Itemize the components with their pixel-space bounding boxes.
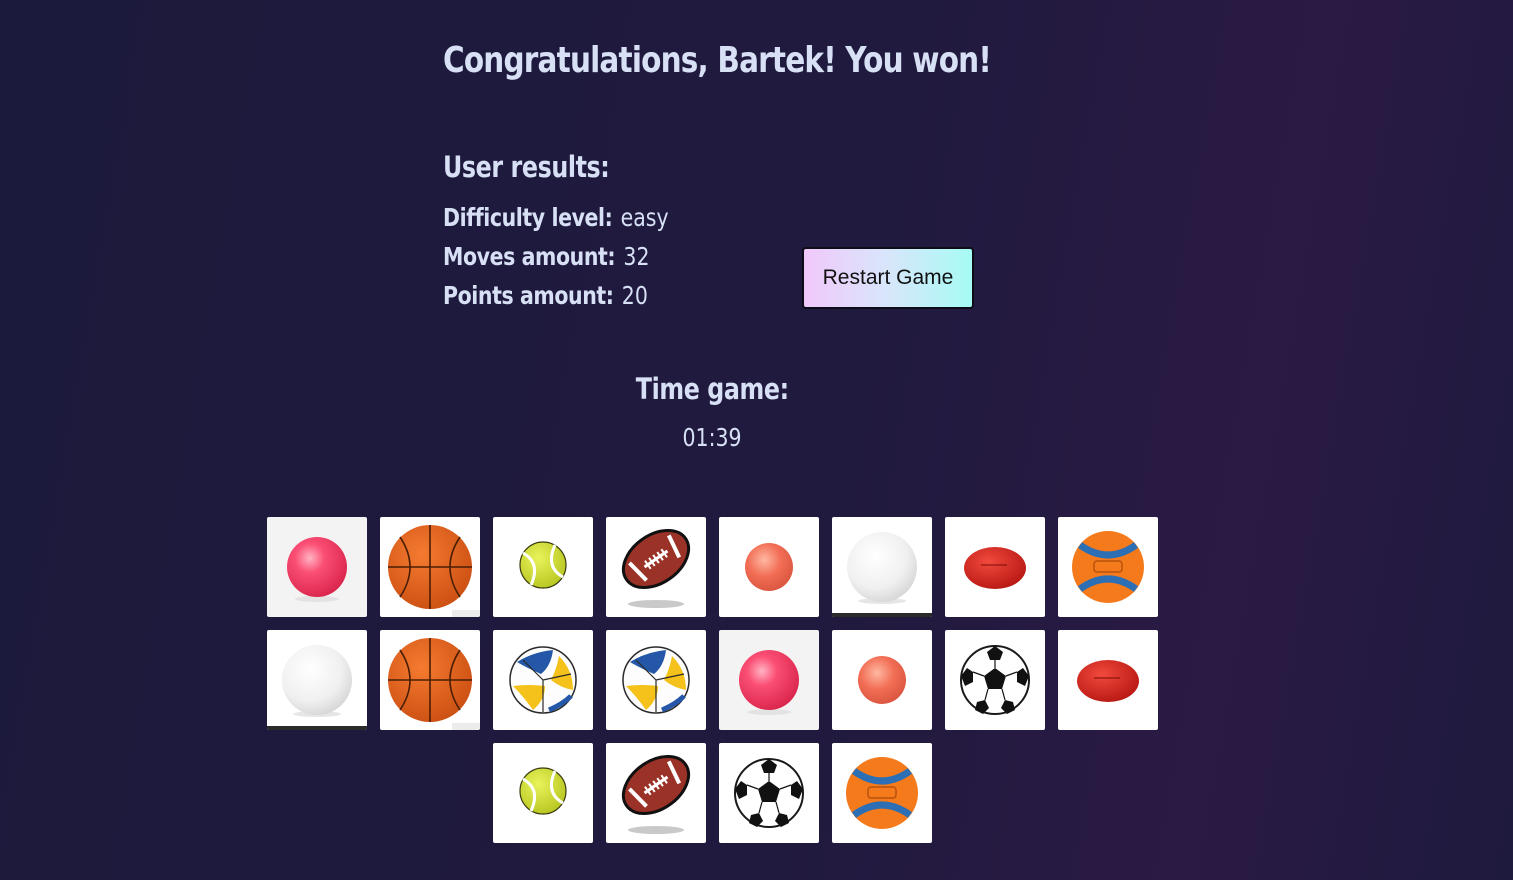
memory-card[interactable]	[832, 630, 932, 730]
tennis-ball-icon	[519, 767, 567, 815]
soccer-ball-icon	[734, 758, 804, 828]
orange-dog-ball-icon	[1072, 531, 1144, 603]
difficulty-stat: Difficulty level: easy	[443, 203, 669, 232]
moves-label: Moves amount:	[443, 242, 616, 271]
points-label: Points amount:	[443, 281, 614, 310]
time-game-value-text: 01:39	[682, 423, 742, 452]
memory-card[interactable]	[606, 630, 706, 730]
red-rugby-ball-icon	[964, 547, 1026, 589]
memory-card[interactable]	[832, 517, 932, 617]
restart-game-button[interactable]: Restart Game	[802, 247, 974, 309]
memory-card[interactable]	[1058, 517, 1158, 617]
volleyball-icon	[622, 646, 690, 714]
memory-card[interactable]	[1058, 630, 1158, 730]
orange-dog-ball-icon	[846, 757, 918, 829]
white-ball-icon	[267, 645, 367, 730]
volleyball-icon	[509, 646, 577, 714]
basketball-icon	[388, 525, 480, 617]
memory-card[interactable]	[606, 517, 706, 617]
memory-card[interactable]	[719, 743, 819, 843]
points-stat: Points amount: 20	[443, 281, 648, 310]
memory-card[interactable]	[493, 630, 593, 730]
american-football-icon	[621, 754, 691, 834]
moves-stat: Moves amount: 32	[443, 242, 650, 271]
memory-card[interactable]	[719, 630, 819, 730]
user-results-heading: User results:	[443, 150, 610, 184]
coral-ball-icon	[858, 656, 906, 704]
soccer-ball-icon	[960, 645, 1030, 715]
time-game-heading-text: Time game:	[635, 372, 789, 406]
page-title: Congratulations, Bartek! You won!	[443, 40, 992, 81]
tennis-ball-icon	[519, 541, 567, 589]
moves-value: 32	[623, 242, 650, 271]
american-football-icon	[621, 528, 691, 608]
memory-card[interactable]	[606, 743, 706, 843]
red-rugby-ball-icon	[1077, 660, 1139, 702]
memory-card[interactable]	[832, 743, 932, 843]
memory-card[interactable]	[380, 630, 480, 730]
white-ball-icon	[832, 532, 932, 617]
memory-card[interactable]	[493, 517, 593, 617]
memory-card[interactable]	[267, 630, 367, 730]
memory-card[interactable]	[719, 517, 819, 617]
difficulty-label: Difficulty level:	[443, 203, 613, 232]
memory-card[interactable]	[267, 517, 367, 617]
pink-ball-icon	[287, 537, 347, 602]
time-game-value: 01:39	[0, 423, 1424, 452]
pink-ball-icon	[739, 650, 799, 715]
basketball-icon	[388, 638, 480, 730]
memory-card[interactable]	[945, 517, 1045, 617]
memory-card[interactable]	[380, 517, 480, 617]
difficulty-value: easy	[620, 203, 669, 232]
time-game-heading: Time game:	[0, 372, 1424, 406]
coral-ball-icon	[745, 543, 793, 591]
memory-card[interactable]	[945, 630, 1045, 730]
memory-card[interactable]	[493, 743, 593, 843]
points-value: 20	[621, 281, 648, 310]
